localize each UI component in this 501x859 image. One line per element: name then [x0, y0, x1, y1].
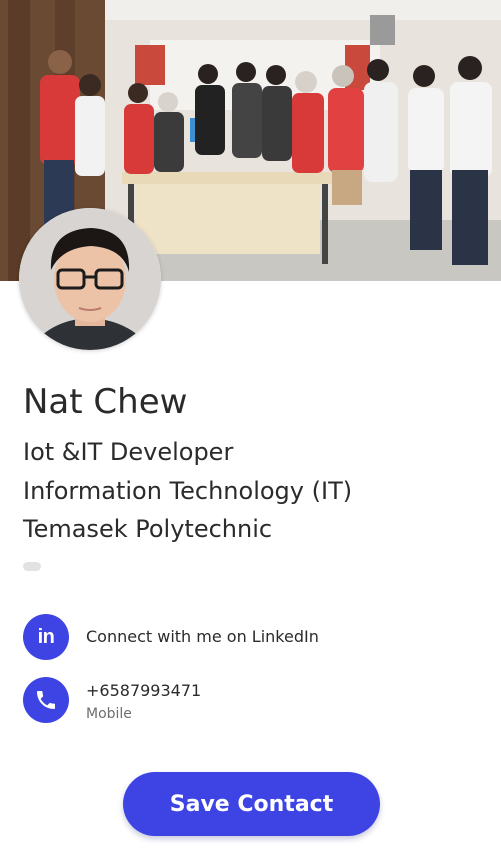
save-contact-button[interactable]: Save Contact	[123, 772, 380, 836]
job-title: Iot &IT Developer	[23, 438, 234, 466]
department: Information Technology (IT)	[23, 477, 353, 505]
phone-type-label: Mobile	[86, 706, 132, 722]
avatar	[19, 208, 161, 350]
avatar-portrait	[19, 208, 161, 350]
phone-icon[interactable]	[23, 677, 69, 723]
organization: Temasek Polytechnic	[23, 515, 273, 543]
linkedin-icon[interactable]: in	[23, 614, 69, 660]
profile-name: Nat Chew	[23, 382, 188, 422]
linkedin-link[interactable]: Connect with me on LinkedIn	[86, 627, 319, 647]
phone-number[interactable]: +6587993471	[86, 681, 201, 701]
divider-pill	[23, 562, 41, 571]
linkedin-glyph: in	[37, 626, 55, 648]
phone-glyph	[37, 691, 55, 709]
